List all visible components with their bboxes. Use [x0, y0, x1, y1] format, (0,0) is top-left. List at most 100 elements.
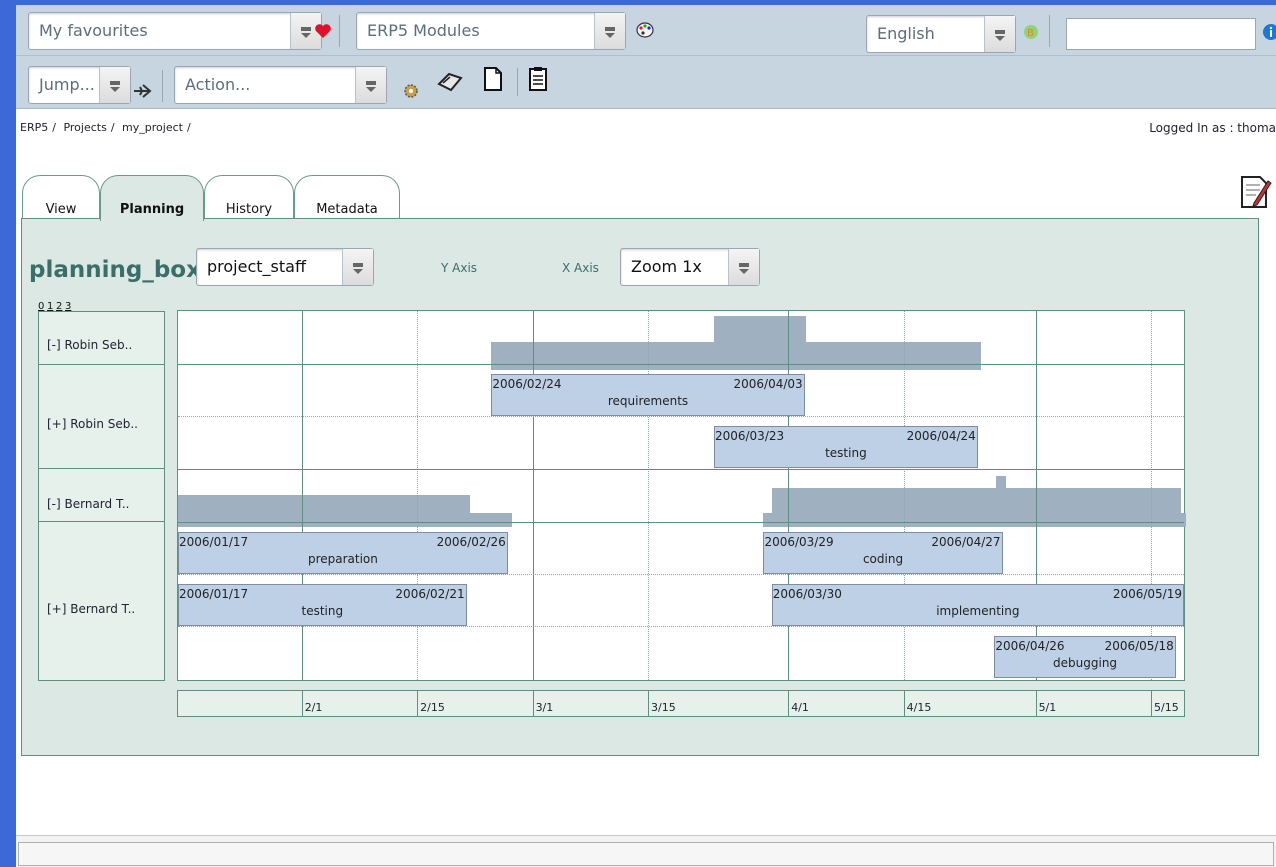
- language-select[interactable]: English: [866, 15, 1016, 53]
- task-start-date: 2006/03/23: [714, 429, 785, 443]
- jump-select[interactable]: Jump...: [28, 66, 131, 104]
- task-start-date: 2006/01/17: [179, 587, 249, 601]
- modules-select[interactable]: ERP5 Modules: [356, 12, 626, 50]
- breadcrumb-separator: /: [110, 121, 115, 134]
- task-end-date: 2006/05/18: [1104, 639, 1174, 653]
- task-block[interactable]: 2006/04/26 2006/05/18 debugging: [994, 636, 1176, 678]
- y-group-2[interactable]: [-] Bernard T..: [38, 468, 165, 522]
- task-block[interactable]: 2006/01/17 2006/02/21 testing: [178, 584, 467, 626]
- zoom-select-value: Zoom 1x: [631, 257, 702, 276]
- task-title: testing: [301, 604, 344, 618]
- summary-bar: [763, 513, 1186, 527]
- task-end-date: 2006/04/24: [906, 429, 976, 443]
- x-tick-label: 2/15: [417, 691, 445, 716]
- grid-horizontal-line: [178, 364, 1184, 365]
- tab-metadata[interactable]: Metadata: [294, 175, 400, 219]
- x-tick-label: 4/1: [788, 691, 809, 716]
- toolbar-separator: [339, 15, 340, 47]
- x-tick-label: 5/15: [1151, 691, 1179, 716]
- grid-horizontal-line: [178, 469, 1184, 470]
- translate-icon[interactable]: B: [1021, 23, 1041, 41]
- summary-bar: [178, 513, 512, 527]
- y-group-label[interactable]: [+] Robin Seb..: [47, 417, 138, 431]
- breadcrumb: ERP5/ Projects / my_project /: [20, 121, 195, 134]
- heart-icon[interactable]: [314, 23, 332, 39]
- edit-icon[interactable]: [1238, 173, 1272, 211]
- task-start-date: 2006/03/30: [772, 587, 842, 601]
- chevron-down-icon[interactable]: [99, 67, 130, 103]
- action-select[interactable]: Action...: [174, 66, 387, 104]
- task-block[interactable]: 2006/01/17 2006/02/26 preparation: [178, 532, 508, 574]
- grid-vertical-line: [532, 311, 534, 680]
- x-tick-label: 4/15: [903, 691, 931, 716]
- print-icon[interactable]: [436, 68, 464, 94]
- y-group-label[interactable]: [-] Bernard T..: [47, 497, 130, 511]
- task-start-date: 2006/02/24: [492, 377, 562, 391]
- top-toolbar: My favourites ERP5 Modules English B: [16, 5, 1276, 56]
- group-select[interactable]: project_staff: [196, 248, 374, 286]
- new-document-icon[interactable]: [482, 66, 504, 92]
- breadcrumb-projects[interactable]: Projects: [63, 121, 106, 134]
- tab-planning[interactable]: Planning: [100, 175, 204, 221]
- svg-text:B: B: [1027, 28, 1034, 39]
- tab-view[interactable]: View: [22, 175, 100, 219]
- chevron-down-icon[interactable]: [355, 67, 386, 103]
- task-block[interactable]: 2006/02/24 2006/04/03 requirements: [491, 374, 805, 416]
- task-block[interactable]: 2006/03/29 2006/04/27 coding: [763, 532, 1003, 574]
- status-bar: [16, 835, 1276, 867]
- logged-in-text: Logged In as : thoma: [1149, 121, 1276, 135]
- group-select-value: project_staff: [207, 257, 306, 276]
- task-block[interactable]: 2006/03/23 2006/04/24 testing: [713, 426, 978, 468]
- task-title: preparation: [307, 552, 378, 566]
- grid-horizontal-line: [178, 626, 1184, 627]
- toolbar-separator: [162, 70, 163, 102]
- jump-plane-icon[interactable]: [132, 80, 152, 100]
- toolbar-separator: [517, 68, 518, 96]
- y-group-1[interactable]: [+] Robin Seb..: [38, 364, 165, 469]
- task-title: coding: [862, 552, 904, 566]
- planning-grid: 2006/02/24 2006/04/03 requirements 2006/03/…: [177, 310, 1186, 681]
- breadcrumb-separator: /: [52, 121, 56, 134]
- tab-history[interactable]: History: [204, 175, 294, 219]
- x-tick-label: 3/1: [532, 691, 553, 716]
- chevron-down-icon[interactable]: [594, 13, 625, 49]
- task-block[interactable]: 2006/03/30 2006/05/19 implementing: [771, 584, 1184, 626]
- jump-select-value: Jump...: [39, 75, 95, 94]
- x-tick-label: 5/1: [1035, 691, 1056, 716]
- task-title: testing: [825, 446, 867, 460]
- chevron-down-icon[interactable]: [728, 249, 759, 285]
- task-end-date: 2006/04/03: [733, 377, 803, 391]
- task-start-date: 2006/01/17: [179, 535, 249, 549]
- task-end-date: 2006/02/26: [436, 535, 506, 549]
- task-end-date: 2006/04/27: [931, 535, 1001, 549]
- y-group-label[interactable]: [+] Bernard T..: [47, 602, 135, 616]
- y-group-0[interactable]: [-] Robin Seb..: [38, 311, 165, 365]
- summary-bar: [491, 342, 981, 370]
- y-axis-label: Y Axis: [441, 261, 478, 275]
- x-axis: 2/1 2/15 3/1 3/15 4/1 4/15 5/1 5/15: [177, 690, 1185, 717]
- chevron-down-icon[interactable]: [342, 249, 373, 285]
- grid-horizontal-line: [178, 574, 1184, 575]
- zoom-select[interactable]: Zoom 1x: [620, 248, 760, 286]
- gear-icon[interactable]: [402, 82, 420, 100]
- action-toolbar: Jump... Action...: [16, 56, 1276, 109]
- search-input[interactable]: [1066, 18, 1256, 50]
- language-select-value: English: [877, 24, 935, 43]
- action-select-value: Action...: [185, 75, 251, 94]
- info-icon[interactable]: [1262, 23, 1276, 41]
- palette-icon[interactable]: [635, 20, 655, 40]
- chevron-down-icon[interactable]: [984, 16, 1015, 52]
- y-group-label[interactable]: [-] Robin Seb..: [47, 338, 132, 352]
- breadcrumb-erp5[interactable]: ERP5: [20, 121, 48, 134]
- grid-horizontal-line: [178, 416, 1184, 417]
- y-group-3[interactable]: [+] Bernard T..: [38, 521, 165, 681]
- breadcrumb-my-project[interactable]: my_project: [122, 121, 183, 134]
- favourites-select[interactable]: My favourites: [28, 12, 322, 50]
- toolbar-separator: [1049, 15, 1050, 47]
- grid-horizontal-line: [178, 522, 1184, 523]
- planning-box-title: planning_box: [29, 257, 201, 283]
- task-title: requirements: [607, 394, 689, 408]
- task-title: implementing: [936, 604, 1020, 618]
- status-field: [18, 842, 1274, 866]
- clipboard-icon[interactable]: [527, 66, 549, 92]
